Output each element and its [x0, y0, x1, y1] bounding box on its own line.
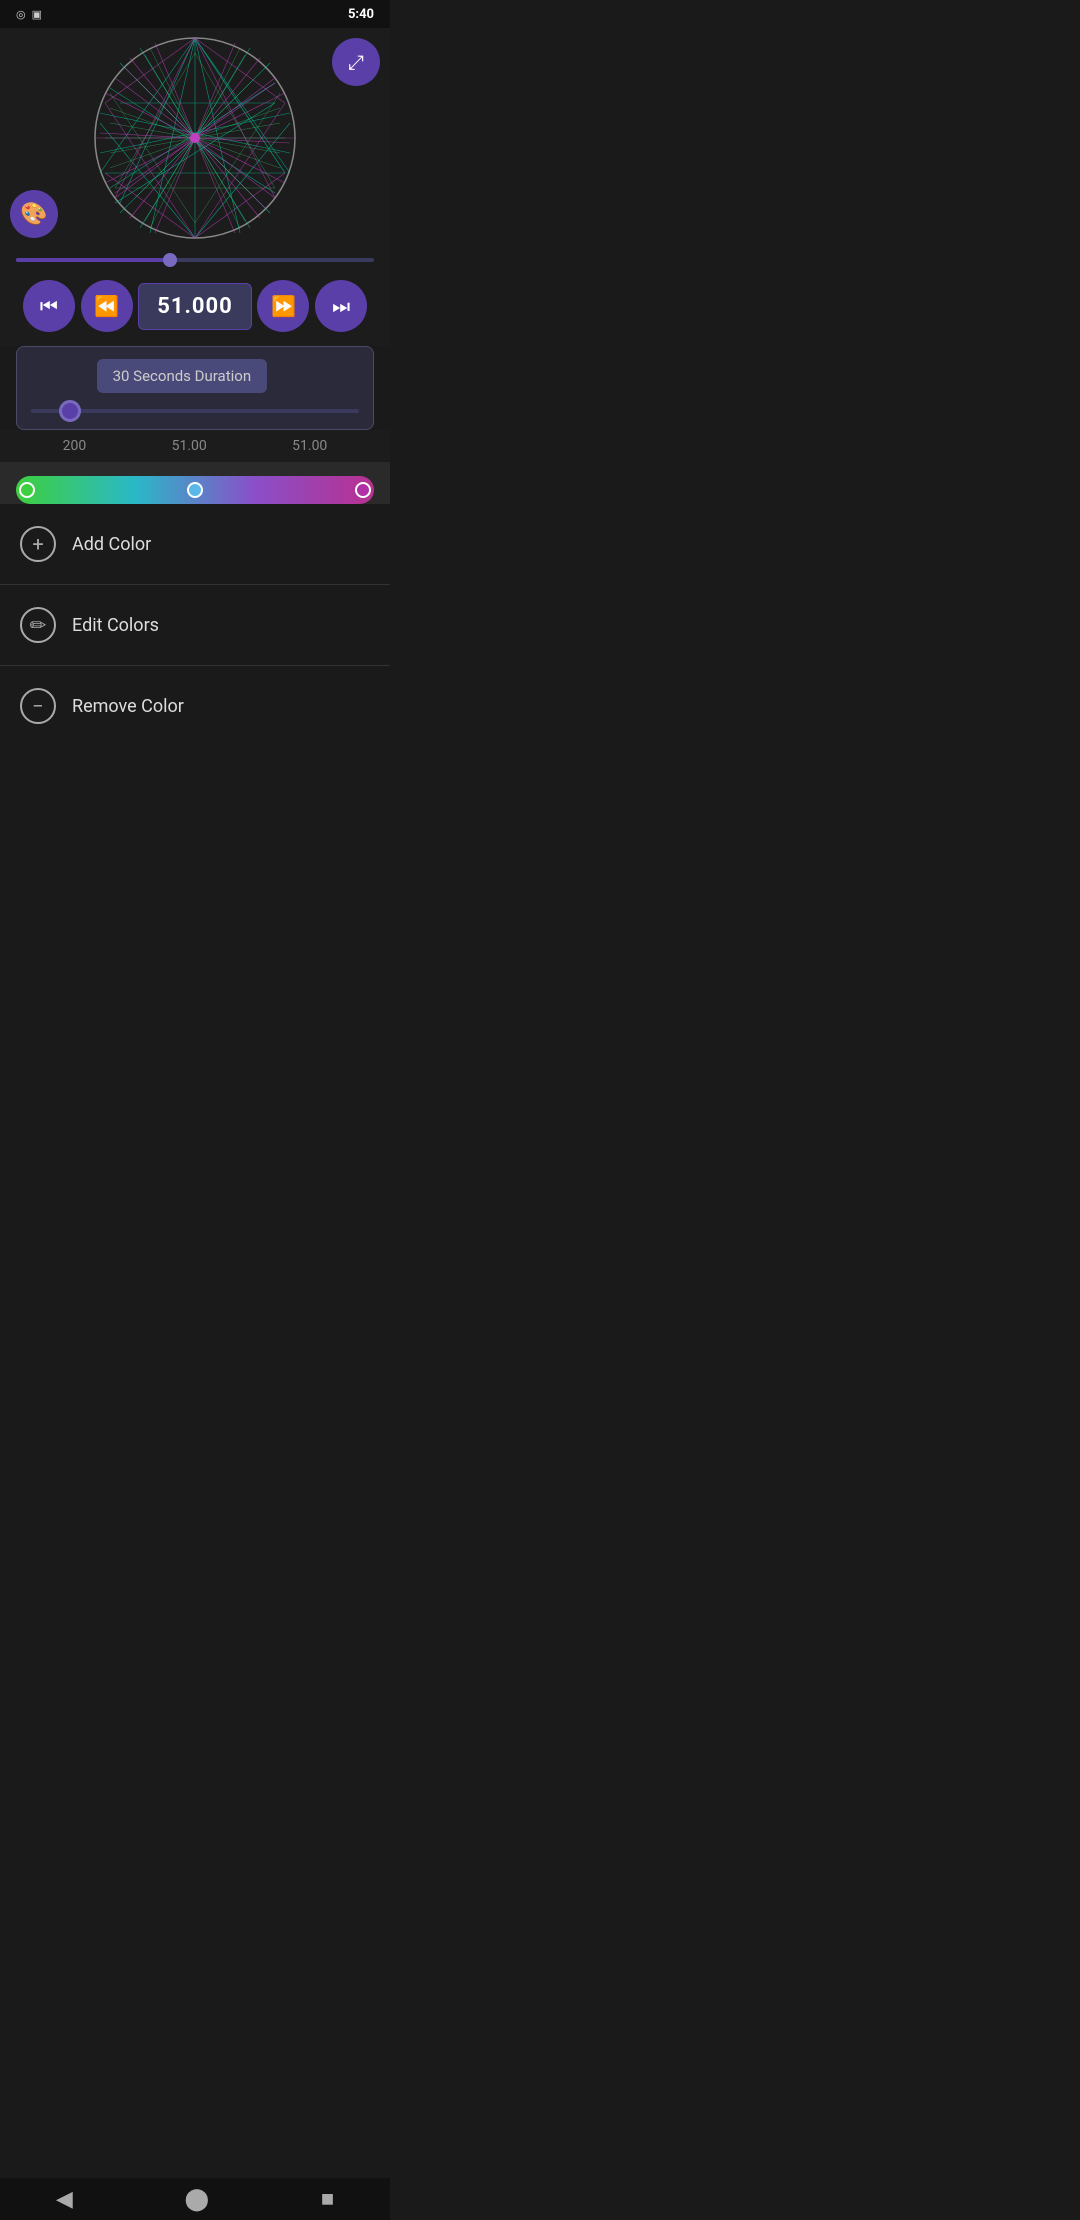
param-label-3: 51.00 [292, 438, 327, 454]
param-label-1: 200 [63, 438, 87, 454]
time-display: 51.000 [138, 283, 252, 330]
gradient-stop-2[interactable] [187, 482, 203, 498]
gradient-bar[interactable] [16, 476, 374, 504]
param-labels: 200 51.00 51.00 [0, 430, 390, 462]
add-color-icon: + [20, 526, 56, 562]
remove-color-icon: − [20, 688, 56, 724]
rewind-icon: ⏪ [94, 294, 119, 318]
duration-thumb[interactable] [59, 400, 81, 422]
visualization-area: ⤢ 🎨 [0, 28, 390, 248]
status-icons: ◎ ▣ [16, 8, 42, 21]
menu-list: + Add Color ✏ Edit Colors − Remove Color [0, 504, 390, 746]
spirograph-svg [90, 33, 300, 243]
duration-track[interactable] [31, 409, 359, 413]
gradient-stop-3[interactable] [355, 482, 371, 498]
add-color-item[interactable]: + Add Color [0, 504, 390, 585]
param-label-2: 51.00 [172, 438, 207, 454]
remove-color-item[interactable]: − Remove Color [0, 666, 390, 746]
progress-area[interactable] [0, 248, 390, 266]
fast-forward-icon: ⏩ [271, 294, 296, 318]
gradient-stop-1[interactable] [19, 482, 35, 498]
fullscreen-icon: ⤢ [348, 50, 364, 74]
skip-next-icon: ⏭ [332, 294, 350, 318]
progress-thumb[interactable] [163, 253, 177, 267]
duration-tooltip: 30 Seconds Duration [97, 359, 268, 393]
status-time: 5:40 [348, 7, 374, 22]
progress-fill [16, 258, 170, 262]
spirograph-container [90, 33, 300, 243]
fast-forward-button[interactable]: ⏩ [257, 280, 309, 332]
color-section [0, 462, 390, 504]
bottom-nav: ◀ ⬤ ■ [0, 2178, 390, 2220]
status-bar: ◎ ▣ 5:40 [0, 0, 390, 28]
skip-prev-button[interactable]: ⏮ [23, 280, 75, 332]
transport-controls: ⏮ ⏪ 51.000 ⏩ ⏭ [0, 266, 390, 346]
remove-color-label: Remove Color [72, 696, 184, 717]
skip-next-button[interactable]: ⏭ [315, 280, 367, 332]
nav-back-button[interactable]: ◀ [56, 2187, 73, 2212]
skip-prev-icon: ⏮ [40, 294, 58, 318]
edit-colors-icon: ✏ [20, 607, 56, 643]
edit-colors-item[interactable]: ✏ Edit Colors [0, 585, 390, 666]
add-color-label: Add Color [72, 534, 151, 555]
fullscreen-button[interactable]: ⤢ [332, 38, 380, 86]
duration-panel: 30 Seconds Duration [16, 346, 374, 430]
sd-card-icon: ▣ [32, 8, 42, 21]
edit-colors-label: Edit Colors [72, 615, 159, 636]
circle-icon: ◎ [16, 8, 26, 21]
nav-home-button[interactable]: ⬤ [185, 2187, 210, 2212]
progress-track[interactable] [16, 258, 374, 262]
rewind-button[interactable]: ⏪ [81, 280, 133, 332]
palette-icon: 🎨 [20, 202, 47, 227]
nav-recent-button[interactable]: ■ [321, 2186, 334, 2212]
palette-button[interactable]: 🎨 [10, 190, 58, 238]
